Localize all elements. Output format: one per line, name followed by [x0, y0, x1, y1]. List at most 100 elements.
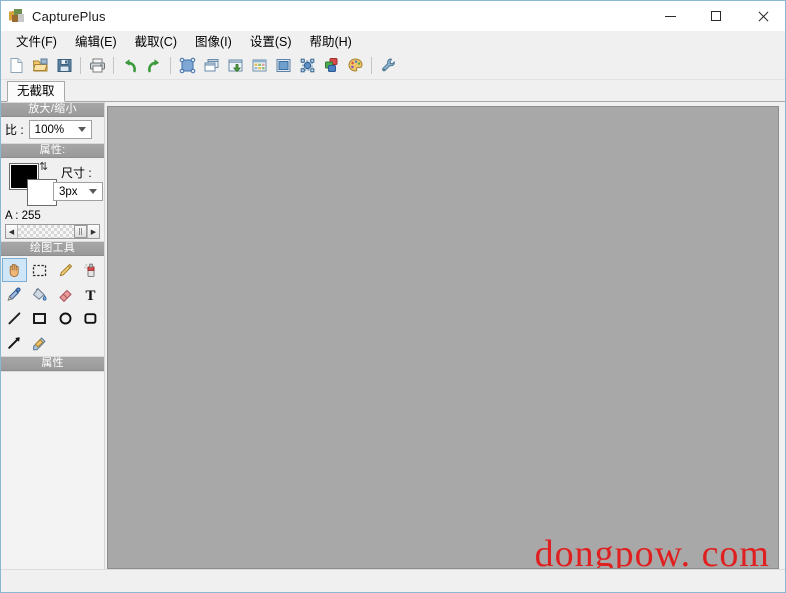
toolbar-separator	[80, 57, 81, 74]
capture-object-icon	[300, 58, 314, 73]
undo-icon	[125, 58, 136, 72]
main-toolbar	[1, 52, 785, 80]
menu-image[interactable]: 图像(I)	[186, 32, 241, 52]
zoom-ratio-value: 100%	[34, 123, 65, 136]
tab-no-capture[interactable]: 无截取	[7, 81, 65, 102]
wrench-icon	[381, 58, 395, 72]
title-bar: CapturePlus	[1, 1, 785, 31]
arrow-icon	[8, 336, 20, 349]
capture-window-button[interactable]	[199, 54, 223, 77]
tool-pencil[interactable]	[53, 258, 78, 282]
tool-arrow[interactable]	[2, 330, 27, 354]
watermark-text: dongpow. com	[534, 533, 770, 569]
rectangle-icon	[33, 312, 47, 324]
marquee-select-icon	[33, 264, 47, 276]
main-body: 放大/缩小 比 : 100% 属性: ⇅ 尺寸 : 3px A: 255 ◀ …	[1, 102, 785, 569]
alpha-slider-decrease[interactable]: ◀	[6, 225, 18, 238]
capture-scrolling-button[interactable]	[223, 54, 247, 77]
tool-rectangle[interactable]	[27, 306, 52, 330]
properties-panel	[1, 371, 104, 569]
close-button[interactable]	[739, 1, 785, 31]
new-file-button[interactable]	[4, 54, 28, 77]
palette-button[interactable]	[343, 54, 367, 77]
print-icon	[89, 58, 105, 73]
alpha-panel: A : 255 ◀ ▶	[1, 209, 104, 241]
capture-fullscreen-icon	[276, 59, 290, 72]
undo-button[interactable]	[118, 54, 142, 77]
brush-size-select[interactable]: 3px	[53, 182, 103, 201]
tool-text[interactable]: T	[78, 282, 103, 306]
tool-eraser[interactable]	[53, 282, 78, 306]
maximize-button[interactable]	[693, 1, 739, 31]
pencil-icon	[59, 263, 72, 276]
alpha-slider-track[interactable]	[18, 225, 87, 238]
svg-text:T: T	[85, 288, 95, 303]
capture-fullscreen-button[interactable]	[271, 54, 295, 77]
menu-settings[interactable]: 设置(S)	[241, 32, 301, 52]
capture-region-button[interactable]	[175, 54, 199, 77]
tool-fill[interactable]	[27, 282, 52, 306]
capture-menu-icon	[252, 59, 266, 72]
capture-scrolling-icon	[228, 59, 242, 73]
hand-icon	[9, 263, 19, 277]
tool-highlighter[interactable]	[27, 330, 52, 354]
line-icon	[8, 311, 21, 324]
menu-bar: 文件(F) 编辑(E) 截取(C) 图像(I) 设置(S) 帮助(H)	[1, 31, 785, 52]
save-icon	[57, 59, 71, 72]
print-button[interactable]	[85, 54, 109, 77]
tool-spray[interactable]	[78, 258, 103, 282]
window-title: CapturePlus	[32, 8, 106, 24]
capture-window-icon	[204, 59, 218, 72]
tool-line[interactable]	[2, 306, 27, 330]
menu-help[interactable]: 帮助(H)	[300, 32, 360, 52]
eraser-icon	[58, 289, 72, 302]
drawing-tools-grid: T	[1, 256, 104, 356]
left-sidebar: 放大/缩小 比 : 100% 属性: ⇅ 尺寸 : 3px A: 255 ◀ …	[1, 102, 105, 569]
redo-icon	[148, 58, 159, 72]
tool-hand[interactable]	[2, 258, 28, 282]
highlighter-icon	[33, 336, 47, 350]
menu-edit[interactable]: 编辑(E)	[66, 32, 126, 52]
save-button[interactable]	[52, 54, 76, 77]
tool-select[interactable]	[27, 258, 52, 282]
swap-colors-icon[interactable]: ⇅	[39, 161, 51, 173]
open-folder-button[interactable]	[28, 54, 52, 77]
color-blocks-button[interactable]	[319, 54, 343, 77]
alpha-slider[interactable]: ◀ ▶	[5, 224, 100, 239]
capture-object-button[interactable]	[295, 54, 319, 77]
spray-can-icon	[84, 263, 95, 277]
maximize-icon	[711, 11, 721, 21]
settings-wrench-button[interactable]	[376, 54, 400, 77]
chevron-down-icon	[89, 189, 97, 194]
alpha-slider-increase[interactable]: ▶	[87, 225, 99, 238]
minimize-button[interactable]	[647, 1, 693, 31]
status-bar	[1, 569, 785, 592]
toolbar-separator	[113, 57, 114, 74]
tool-rounded-rect[interactable]	[78, 306, 103, 330]
zoom-section-header: 放大/缩小	[1, 102, 104, 117]
toolbar-separator	[371, 57, 372, 74]
palette-icon	[347, 58, 363, 72]
tool-eyedropper[interactable]	[2, 282, 27, 306]
app-logo-icon	[9, 8, 25, 24]
image-canvas[interactable]: dongpow. com	[107, 106, 779, 569]
ratio-label: 比 :	[5, 123, 24, 137]
zoom-ratio-select[interactable]: 100%	[28, 120, 92, 139]
attributes-section-header: 属性:	[1, 143, 104, 158]
application-window: CapturePlus 文件(F) 编辑(E) 截取(C) 图像(I) 设置(S…	[0, 0, 786, 593]
menu-capture[interactable]: 截取(C)	[126, 32, 186, 52]
size-label: 尺寸 :	[61, 166, 92, 180]
menu-file[interactable]: 文件(F)	[7, 32, 66, 52]
window-controls	[647, 1, 785, 31]
canvas-container: dongpow. com	[105, 102, 785, 569]
new-file-icon	[10, 58, 22, 73]
text-icon: T	[85, 288, 95, 303]
capture-menu-button[interactable]	[247, 54, 271, 77]
redo-button[interactable]	[142, 54, 166, 77]
open-folder-icon	[32, 58, 48, 72]
alpha-slider-thumb[interactable]	[74, 225, 87, 238]
chevron-down-icon	[77, 127, 86, 132]
ellipse-icon	[59, 312, 72, 324]
attributes-panel: ⇅ 尺寸 : 3px	[1, 158, 104, 209]
tool-ellipse[interactable]	[53, 306, 78, 330]
